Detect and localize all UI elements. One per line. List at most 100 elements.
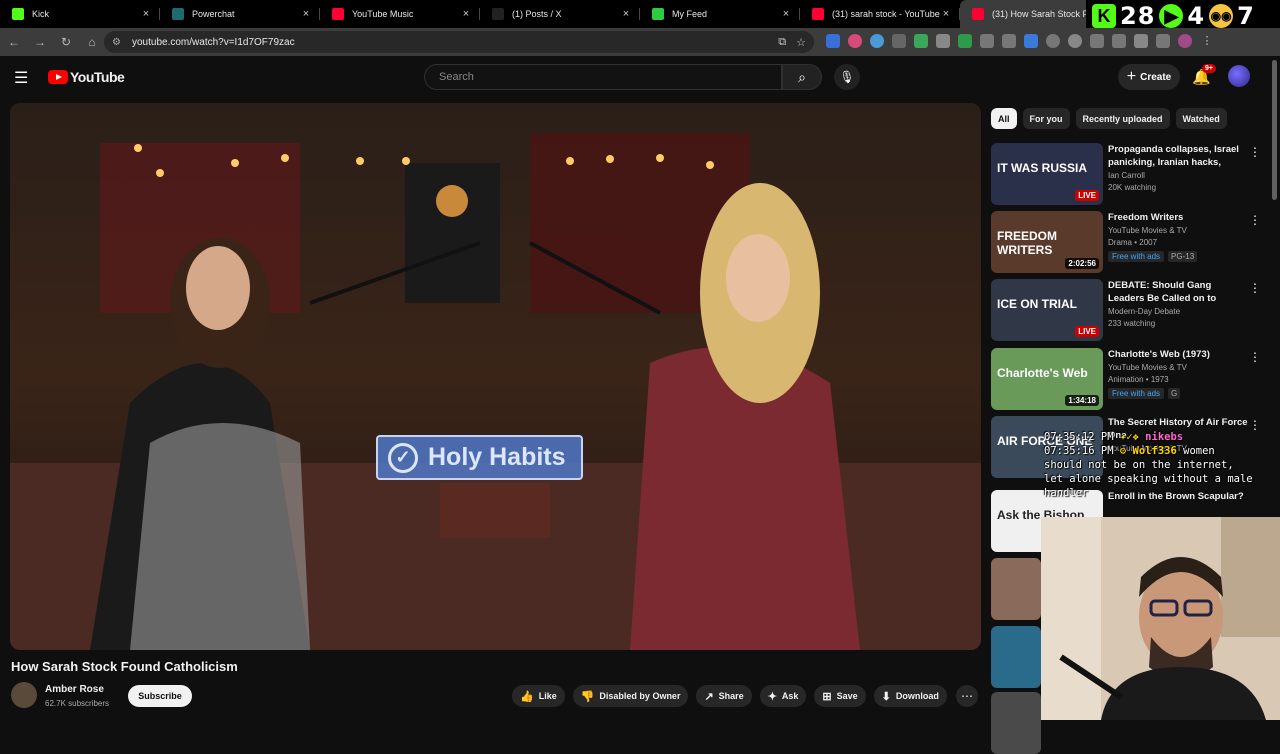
address-bar-row: ← → ↻ ⌂ ⚙ youtube.com/watch?v=I1d7OF79za…: [0, 28, 1280, 56]
browser-tab[interactable]: (1) Posts / X ×: [480, 0, 640, 28]
tab-favicon-icon: [492, 8, 504, 20]
recommendation-channel[interactable]: Modern-Day Debate: [1108, 307, 1180, 316]
recommendation-channel[interactable]: Ian Carroll: [1108, 171, 1145, 180]
video-thumbnail[interactable]: FREEDOM WRITERS 2:02:56: [991, 211, 1103, 273]
puzzle-icon[interactable]: [1002, 34, 1016, 48]
downloads-icon[interactable]: [1156, 34, 1170, 48]
extension-icon[interactable]: [870, 34, 884, 48]
video-thumbnail[interactable]: [991, 558, 1041, 620]
page-scrollbar[interactable]: [1272, 60, 1277, 200]
forward-icon[interactable]: →: [28, 30, 52, 54]
video-thumbnail[interactable]: Charlotte's Web 1:34:18: [991, 348, 1103, 410]
recommendation-item[interactable]: IT WAS RUSSIA LIVE Propaganda collapses, I…: [991, 143, 1261, 205]
more-options-icon[interactable]: ⋮: [1249, 350, 1261, 364]
more-options-icon[interactable]: ⋮: [1249, 145, 1261, 159]
logo-text: YouTube: [70, 69, 125, 85]
browser-tab[interactable]: Powerchat ×: [160, 0, 320, 28]
url-field[interactable]: ⚙ youtube.com/watch?v=I1d7OF79zac ⧉ ☆: [104, 31, 814, 53]
browser-tab[interactable]: Kick ×: [0, 0, 160, 28]
extension-icon[interactable]: [826, 34, 840, 48]
hamburger-menu-icon[interactable]: ☰: [14, 68, 32, 87]
create-button[interactable]: + Create: [1118, 64, 1180, 90]
chip-recently-uploaded[interactable]: Recently uploaded: [1075, 108, 1170, 129]
browser-tab[interactable]: (31) sarah stock - YouTube ×: [800, 0, 960, 28]
video-thumbnail[interactable]: [991, 626, 1041, 688]
chip-all[interactable]: All: [991, 108, 1017, 129]
close-tab-icon[interactable]: ×: [780, 8, 792, 20]
video-thumbnail[interactable]: [991, 692, 1041, 754]
close-tab-icon[interactable]: ×: [940, 8, 952, 20]
tab-title: My Feed: [672, 9, 708, 19]
extension-icon[interactable]: [958, 34, 972, 48]
chat-username: Wolf336: [1132, 445, 1177, 457]
recommendation-item[interactable]: FREEDOM WRITERS 2:02:56 Freedom Writers You…: [991, 211, 1261, 273]
search-input[interactable]: Search: [424, 64, 782, 90]
action-download-button[interactable]: ⬇ Download: [873, 685, 947, 707]
extension-icon[interactable]: [1134, 34, 1148, 48]
recommendation-title[interactable]: Freedom Writers: [1108, 211, 1248, 224]
voice-search-button[interactable]: 🎙: [834, 64, 860, 90]
tab-favicon-icon: [972, 8, 984, 20]
home-icon[interactable]: ⌂: [80, 30, 104, 54]
menu-dots-icon[interactable]: ⋮: [1200, 34, 1214, 48]
video-player[interactable]: ✓ Holy Habits: [10, 103, 981, 650]
video-thumbnail[interactable]: ICE ON TRIAL LIVE: [991, 279, 1103, 341]
site-info-icon[interactable]: ⚙: [112, 37, 124, 48]
action-share-button[interactable]: ↗ Share: [696, 685, 752, 707]
extension-icon[interactable]: [848, 34, 862, 48]
back-icon[interactable]: ←: [2, 30, 26, 54]
extension-icon[interactable]: [892, 34, 906, 48]
chip-watched[interactable]: Watched: [1175, 108, 1227, 129]
recommendation-channel[interactable]: YouTube Movies & TV: [1108, 226, 1187, 235]
recommendation-channel[interactable]: YouTube Movies & TV: [1108, 363, 1187, 372]
counter-b: 4: [1187, 2, 1206, 30]
recommendation-title[interactable]: Charlotte's Web (1973): [1108, 348, 1248, 361]
account-avatar[interactable]: [1228, 65, 1250, 87]
reload-icon[interactable]: ↻: [54, 30, 78, 54]
close-tab-icon[interactable]: ×: [300, 8, 312, 20]
channel-name[interactable]: Amber Rose: [45, 684, 104, 695]
chat-timestamp: 07:35:16 PM: [1044, 445, 1114, 457]
browser-tab[interactable]: YouTube Music ×: [320, 0, 480, 28]
chip-for-you[interactable]: For you: [1022, 108, 1070, 129]
action-like-button[interactable]: 👍 Like: [512, 685, 565, 707]
youtube-logo[interactable]: YouTube: [48, 69, 125, 85]
video-frame: [10, 103, 981, 650]
more-options-icon[interactable]: ⋮: [1249, 213, 1261, 227]
more-actions-button[interactable]: ⋯: [956, 685, 978, 707]
sidebar-icon[interactable]: [1112, 34, 1126, 48]
install-icon[interactable]: ⧉: [778, 36, 786, 49]
profile-avatar[interactable]: [1178, 34, 1192, 48]
extension-icon[interactable]: [1068, 34, 1082, 48]
recommendation-item[interactable]: ICE ON TRIAL LIVE DEBATE: Should Gang Lead…: [991, 279, 1261, 341]
microphone-icon: 🎙: [839, 70, 855, 84]
channel-avatar[interactable]: [11, 682, 37, 708]
browser-tab[interactable]: My Feed ×: [640, 0, 800, 28]
subscribe-button[interactable]: Subscribe: [128, 685, 192, 707]
close-tab-icon[interactable]: ×: [460, 8, 472, 20]
close-tab-icon[interactable]: ×: [140, 8, 152, 20]
extension-icon[interactable]: [980, 34, 994, 48]
action-ask-button[interactable]: ✦ Ask: [759, 685, 807, 707]
close-tab-icon[interactable]: ×: [620, 8, 632, 20]
checkmark-icon: ✓: [388, 442, 418, 473]
code-icon[interactable]: [1090, 34, 1104, 48]
kick-icon: K: [1092, 4, 1116, 28]
video-thumbnail[interactable]: IT WAS RUSSIA LIVE: [991, 143, 1103, 205]
dislike-icon: 👎: [580, 690, 595, 703]
recommendation-title[interactable]: Propaganda collapses, Israel panicking, …: [1108, 143, 1248, 169]
extension-icon[interactable]: [936, 34, 950, 48]
action-save-button[interactable]: ⊞ Save: [814, 685, 866, 707]
video-actions: 👍 Like 👎 Disabled by Owner ↗ Share ✦ Ask ⊞ Save ⬇ D…: [512, 685, 947, 707]
extension-icon[interactable]: [914, 34, 928, 48]
history-icon[interactable]: [1046, 34, 1060, 48]
extension-icon[interactable]: [1024, 34, 1038, 48]
recommendation-item[interactable]: Charlotte's Web 1:34:18 Charlotte's Web (1…: [991, 348, 1261, 410]
recommendation-title[interactable]: DEBATE: Should Gang Leaders Be Called on…: [1108, 279, 1248, 305]
tab-title: YouTube Music: [352, 9, 414, 19]
notifications-button[interactable]: 🔔 9+: [1192, 64, 1216, 88]
bookmark-star-icon[interactable]: ☆: [796, 36, 806, 49]
action-disabled-by-owner-button[interactable]: 👎 Disabled by Owner: [572, 685, 689, 707]
more-options-icon[interactable]: ⋮: [1249, 281, 1261, 295]
search-button[interactable]: ⌕: [782, 64, 822, 90]
